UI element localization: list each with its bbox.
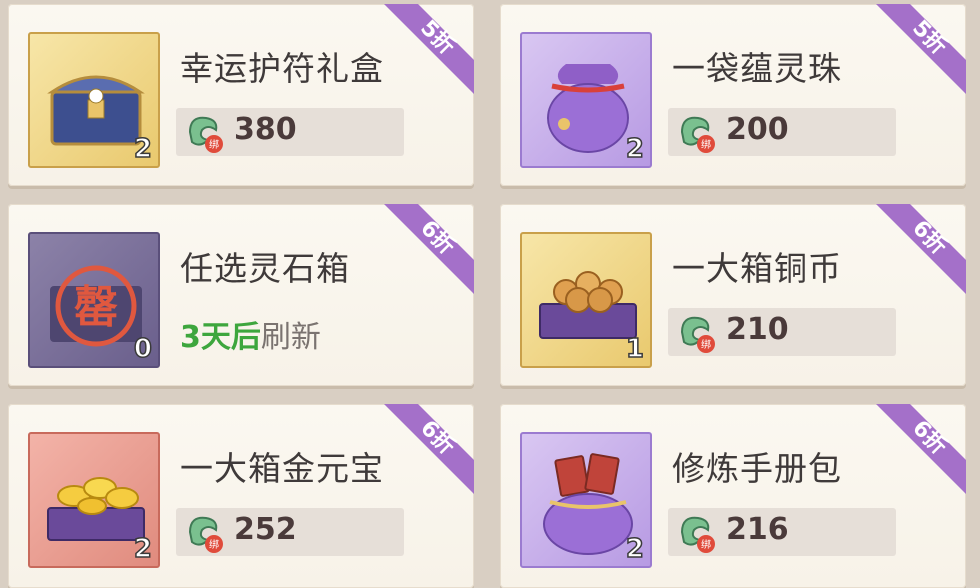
bound-label: 绑 [209,139,219,151]
bound-label: 绑 [701,139,711,151]
shop-item-card[interactable]: 1 一大箱铜币 绑 210 6折 [500,204,966,386]
discount-ribbon: 5折 [384,4,474,94]
bound-label: 绑 [701,339,711,351]
bound-label: 绑 [701,539,711,551]
item-price: 380 [234,112,297,147]
shop-item-card[interactable]: 2 一袋蕴灵珠 绑 200 5折 [500,4,966,186]
item-name: 一大箱金元宝 [180,449,384,488]
item-price: 200 [726,112,789,147]
price-tag: 绑 216 [668,508,896,556]
shop-item-card[interactable]: 2 一大箱金元宝 绑 252 6折 [8,404,474,588]
bound-jade-icon: 绑 [680,516,715,553]
item-icon-frame: 罄 0 [28,232,160,368]
refresh-label: 刷新 [260,320,321,355]
item-price: 252 [234,512,297,547]
item-name: 一大箱铜币 [672,249,842,288]
item-quantity: 2 [133,133,153,165]
item-name: 一袋蕴灵珠 [672,49,842,88]
discount-ribbon: 6折 [876,204,966,294]
discount-ribbon: 6折 [876,404,966,494]
bound-jade-icon: 绑 [680,316,715,353]
item-quantity: 2 [625,133,645,165]
refresh-timer: 3天后刷新 [180,312,321,356]
price-tag: 绑 380 [176,108,404,156]
item-icon-frame: 2 [520,432,652,568]
item-name: 任选灵石箱 [180,249,350,288]
item-name: 幸运护符礼盒 [180,49,384,88]
discount-ribbon: 6折 [384,404,474,494]
shop-item-card[interactable]: 罄 0 任选灵石箱 3天后刷新 6折 [8,204,474,386]
item-quantity: 2 [625,533,645,565]
item-icon-frame: 2 [28,432,160,568]
discount-ribbon: 5折 [876,4,966,94]
discount-ribbon: 6折 [384,204,474,294]
sold-out-stamp: 罄 [74,282,118,333]
bound-jade-icon: 绑 [188,116,223,153]
shop-item-card[interactable]: 2 幸运护符礼盒 绑 380 5折 [8,4,474,186]
shop-item-card[interactable]: 2 修炼手册包 绑 216 6折 [500,404,966,588]
refresh-days: 3天后 [180,320,261,355]
price-tag: 绑 210 [668,308,896,356]
item-quantity: 0 [133,333,153,365]
item-price: 216 [726,512,789,547]
price-tag: 绑 252 [176,508,404,556]
item-quantity: 2 [133,533,153,565]
item-price: 210 [726,312,789,347]
price-tag: 绑 200 [668,108,896,156]
bound-label: 绑 [209,539,219,551]
item-icon-frame: 2 [28,32,160,168]
bound-jade-icon: 绑 [188,516,223,553]
bound-jade-icon: 绑 [680,116,715,153]
item-icon-frame: 1 [520,232,652,368]
item-quantity: 1 [625,333,645,365]
item-name: 修炼手册包 [672,449,842,488]
item-icon-frame: 2 [520,32,652,168]
